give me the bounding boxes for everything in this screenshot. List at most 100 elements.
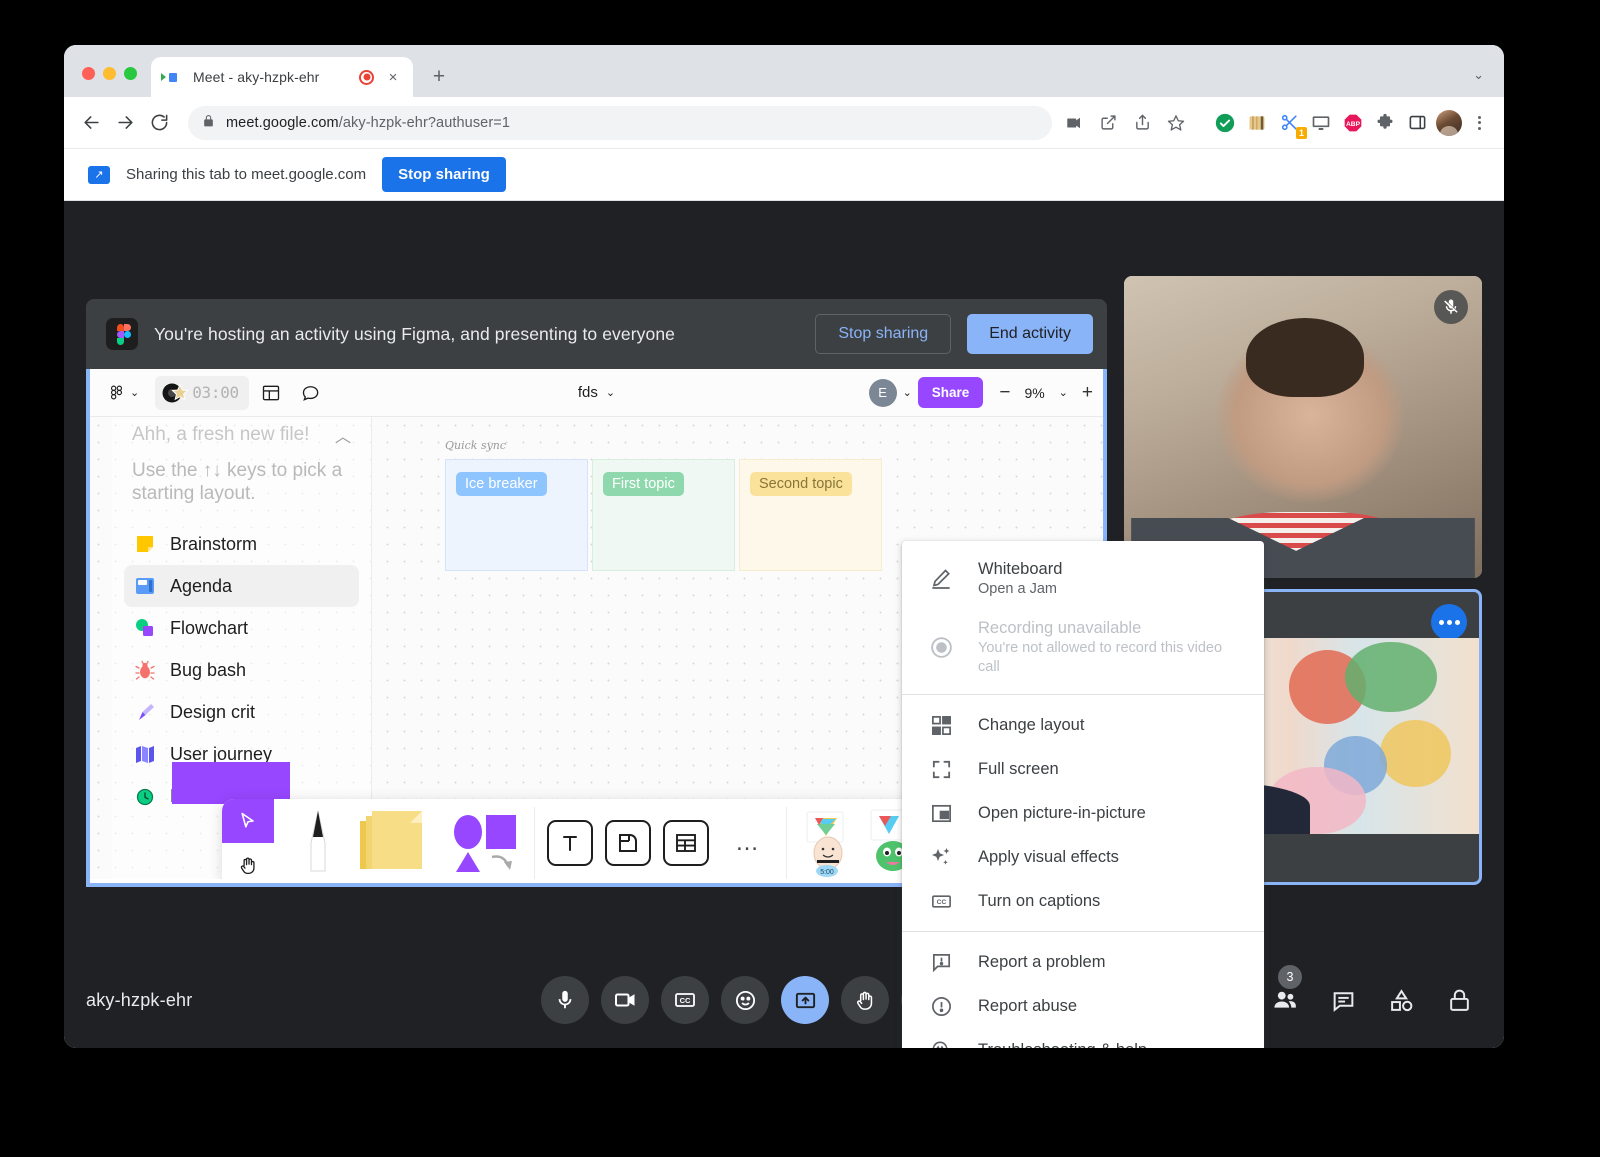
activities-button[interactable]	[1386, 985, 1416, 1015]
topic-sticky[interactable]: Second topic	[750, 472, 852, 496]
figma-user-avatar[interactable]: E	[869, 379, 897, 407]
menu-item-label: Whiteboard	[978, 558, 1062, 580]
fullscreen-icon	[928, 756, 954, 782]
browser-actions: 1 ABP	[1060, 109, 1490, 137]
close-tab-button[interactable]: ×	[383, 67, 403, 87]
chevron-down-icon[interactable]: ⌄	[1473, 67, 1504, 97]
star-icon[interactable]	[1162, 109, 1190, 137]
browser-tab[interactable]: Meet - aky-hzpk-ehr ×	[151, 57, 413, 97]
raise-hand-button[interactable]	[841, 976, 889, 1024]
camera-button[interactable]	[601, 976, 649, 1024]
template-item-agenda[interactable]: Agenda	[124, 565, 359, 607]
text-tool-icon[interactable]	[547, 820, 593, 866]
more-options-menu: Whiteboard Open a Jam Recording unavaila…	[902, 541, 1264, 1048]
menu-item-whiteboard[interactable]: Whiteboard Open a Jam	[902, 549, 1264, 608]
tile-more-options-icon[interactable]	[1431, 604, 1467, 640]
microphone-button[interactable]	[541, 976, 589, 1024]
close-window-button[interactable]	[82, 67, 95, 80]
topic-frame-second-topic[interactable]: Second topic	[739, 459, 882, 571]
topic-sticky[interactable]: First topic	[603, 472, 684, 496]
template-item-label: Brainstorm	[170, 534, 257, 555]
menu-item-report-abuse[interactable]: Report abuse	[902, 984, 1264, 1028]
participant-tile-1[interactable]	[1124, 276, 1482, 578]
minimize-window-button[interactable]	[103, 67, 116, 80]
stop-sharing-button[interactable]: Stop sharing	[382, 157, 506, 192]
figma-filename[interactable]: fds ⌄	[578, 384, 615, 401]
host-controls-button[interactable]	[1444, 985, 1474, 1015]
address-bar[interactable]: meet.google.com/aky-hzpk-ehr?authuser=1	[188, 106, 1052, 140]
reactions-button[interactable]	[721, 976, 769, 1024]
forward-button[interactable]	[108, 106, 142, 140]
people-count-badge: 3	[1278, 965, 1302, 989]
chevron-down-icon[interactable]: ⌄	[903, 386, 912, 399]
cast-screen-icon[interactable]	[1308, 110, 1334, 136]
sticky-notes-icon[interactable]	[358, 811, 428, 876]
layout-grid-icon[interactable]	[253, 377, 289, 409]
scissors-icon[interactable]: 1	[1276, 110, 1302, 136]
share-icon[interactable]	[1128, 109, 1156, 137]
menu-item-picture-in-picture[interactable]: Open picture-in-picture	[902, 791, 1264, 835]
present-button[interactable]	[781, 976, 829, 1024]
stickers-icon[interactable]: 5:00	[803, 808, 863, 878]
menu-item-change-layout[interactable]: Change layout	[902, 703, 1264, 747]
svg-text:CC: CC	[936, 898, 946, 905]
topic-frame-first-topic[interactable]: First topic	[592, 459, 735, 571]
captions-button[interactable]: CC	[661, 976, 709, 1024]
chevron-down-icon[interactable]: ⌄	[1059, 386, 1068, 399]
new-tab-button[interactable]: +	[423, 61, 455, 93]
more-tools-button[interactable]: …	[721, 829, 774, 857]
selection-cursor-overlay	[172, 762, 290, 804]
share-tab-icon	[88, 166, 110, 184]
sparkles-icon	[928, 844, 954, 870]
camera-icon[interactable]	[1060, 109, 1088, 137]
template-item-design-crit[interactable]: Design crit	[124, 691, 359, 733]
browser-menu-icon[interactable]	[1468, 116, 1490, 130]
hand-icon[interactable]	[222, 843, 274, 879]
menu-item-captions[interactable]: CC Turn on captions	[902, 879, 1264, 923]
menu-item-label: Troubleshooting & help	[978, 1039, 1147, 1048]
zoom-out-button[interactable]: −	[999, 383, 1010, 402]
profile-avatar[interactable]	[1436, 110, 1462, 136]
meeting-code: aky-hzpk-ehr	[86, 990, 192, 1011]
menu-item-troubleshooting[interactable]: Troubleshooting & help	[902, 1028, 1264, 1048]
cursor-tool-group[interactable]	[222, 799, 274, 879]
chat-button[interactable]	[1328, 985, 1358, 1015]
menu-item-report-problem[interactable]: Report a problem	[902, 940, 1264, 984]
topic-sticky[interactable]: Ice breaker	[456, 472, 547, 496]
table-icon[interactable]	[663, 820, 709, 866]
people-button[interactable]: 3	[1270, 985, 1300, 1015]
puzzle-icon[interactable]	[1372, 110, 1398, 136]
pen-nib-icon	[134, 701, 156, 723]
maximize-window-button[interactable]	[124, 67, 137, 80]
open-in-new-icon[interactable]	[1094, 109, 1122, 137]
check-circle-green-icon[interactable]	[1212, 110, 1238, 136]
shapes-icon[interactable]	[450, 810, 522, 877]
template-item-bug-bash[interactable]: Bug bash	[124, 649, 359, 691]
template-item-brainstorm[interactable]: Brainstorm	[124, 523, 359, 565]
reload-button[interactable]	[142, 106, 176, 140]
end-activity-button[interactable]: End activity	[967, 314, 1093, 354]
figma-menu-button[interactable]: ⌄	[100, 377, 147, 409]
reading-list-icon[interactable]	[1244, 110, 1270, 136]
menu-item-full-screen[interactable]: Full screen	[902, 747, 1264, 791]
figma-logo-icon	[106, 318, 138, 350]
section-frame-icon[interactable]	[605, 820, 651, 866]
comment-bubble-icon[interactable]	[293, 377, 329, 409]
chevron-up-icon[interactable]: ︿	[335, 423, 351, 447]
adblock-plus-icon[interactable]: ABP	[1340, 110, 1366, 136]
menu-item-label: Recording unavailable	[978, 617, 1244, 639]
figma-timer[interactable]: 03:00	[155, 376, 249, 410]
template-item-flowchart[interactable]: Flowchart	[124, 607, 359, 649]
agenda-panel-icon	[134, 575, 156, 597]
zoom-in-button[interactable]: +	[1082, 383, 1093, 402]
report-problem-icon	[928, 949, 954, 975]
figma-share-button[interactable]: Share	[918, 377, 984, 408]
menu-item-visual-effects[interactable]: Apply visual effects	[902, 835, 1264, 879]
side-panel-icon[interactable]	[1404, 110, 1430, 136]
topic-frame-ice-breaker[interactable]: Ice breaker	[445, 459, 588, 571]
cursor-arrow-icon[interactable]	[222, 799, 274, 843]
figma-toolbar: ⌄ 03:00	[90, 369, 1103, 417]
stop-sharing-activity-button[interactable]: Stop sharing	[815, 314, 951, 354]
marker-pen-icon[interactable]	[300, 809, 336, 878]
back-button[interactable]	[74, 106, 108, 140]
